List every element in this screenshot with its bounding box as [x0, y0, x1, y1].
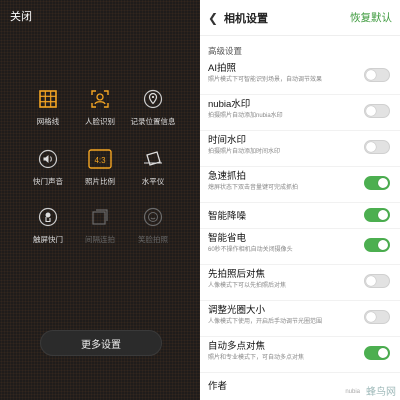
- level-item[interactable]: 水平仪: [125, 148, 181, 187]
- settings-header: ❮ 相机设置 恢复默认: [200, 0, 400, 36]
- setting-row-power-saving[interactable]: 智能省电 60秒不操作相机自动关闭摄像头: [200, 229, 400, 265]
- touch-shutter-label: 触屏快门: [33, 235, 63, 244]
- grid-lines-label: 网格线: [36, 117, 60, 126]
- smile-shot-item[interactable]: 笑脸拍照: [125, 206, 181, 245]
- touch-shutter-item[interactable]: 触屏快门: [20, 206, 76, 245]
- burst-label: 间隔连拍: [85, 235, 115, 244]
- level-icon: [142, 148, 164, 170]
- close-button[interactable]: 关闭: [0, 0, 200, 34]
- setting-row-time-watermark[interactable]: 时间水印 拍摄照片自动添加时间水印: [200, 131, 400, 167]
- location-pin-icon: [142, 88, 164, 110]
- aspect-ratio-item[interactable]: 4:3 照片比例: [72, 148, 128, 187]
- setting-row-noise-reduction[interactable]: 智能降噪: [200, 203, 400, 229]
- face-recognition-label: 人脸识别: [85, 117, 115, 126]
- site-watermark: 蜂鸟网: [366, 387, 396, 398]
- nubia-watermark-text: nubia: [345, 389, 360, 395]
- burst-icon: [89, 206, 111, 228]
- nubia-watermark-toggle[interactable]: [364, 104, 390, 118]
- noise-reduction-toggle[interactable]: [364, 208, 390, 222]
- smile-icon: [142, 206, 164, 228]
- touch-shutter-icon: [37, 206, 59, 228]
- setting-row-quick-snap[interactable]: 急速抓拍 熄屏状态下双击音量键可完成抓拍: [200, 167, 400, 203]
- more-settings-button[interactable]: 更多设置: [40, 330, 162, 356]
- aspect-ratio-icon: 4:3: [87, 148, 113, 170]
- quick-snap-toggle[interactable]: [364, 176, 390, 190]
- section-advanced-settings: 高级设置: [208, 46, 243, 56]
- shutter-sound-item[interactable]: 快门声音: [20, 148, 76, 187]
- ai-photo-toggle[interactable]: [364, 68, 390, 82]
- setting-title: 作者: [208, 381, 228, 392]
- aperture-toggle[interactable]: [364, 310, 390, 324]
- setting-row-ai-photo[interactable]: AI拍照 照片模式下可智能识别场景，自动调节效果: [200, 59, 400, 95]
- aspect-ratio-label: 照片比例: [85, 177, 115, 186]
- setting-row-nubia-watermark[interactable]: nubia水印 拍摄照片自动添加nubia水印: [200, 95, 400, 131]
- back-arrow-icon[interactable]: ❮: [208, 11, 220, 25]
- power-saving-toggle[interactable]: [364, 238, 390, 252]
- shutter-sound-label: 快门声音: [33, 177, 63, 186]
- setting-row-aperture[interactable]: 调整光圈大小 人像模式下使用，开启后手动调节光圈范围: [200, 301, 400, 337]
- smile-shot-label: 笑脸拍照: [138, 235, 168, 244]
- setting-row-shoot-then-focus[interactable]: 先拍照后对焦 人像模式下可以先拍照后对焦: [200, 265, 400, 301]
- grid-lines-item[interactable]: 网格线: [20, 88, 76, 127]
- face-recognition-item[interactable]: 人脸识别: [72, 88, 128, 127]
- face-recognition-icon: [89, 88, 111, 110]
- location-item[interactable]: 记录位置信息: [125, 88, 181, 127]
- shutter-sound-icon: [37, 148, 59, 170]
- camera-settings-panel: ❮ 相机设置 恢复默认 高级设置 AI拍照 照片模式下可智能识别场景，自动调节效…: [200, 0, 400, 400]
- page-title: 相机设置: [224, 12, 268, 25]
- multi-focus-toggle[interactable]: [364, 346, 390, 360]
- shoot-then-focus-toggle[interactable]: [364, 274, 390, 288]
- camera-quick-settings-panel: 关闭 网格线 人脸识别 记录位置信息 快门声音 4:3 照片比例 水平仪 触屏快…: [0, 0, 200, 400]
- setting-row-multi-focus[interactable]: 自动多点对焦 照片和专业模式下，可自动多点对焦: [200, 337, 400, 373]
- level-label: 水平仪: [141, 177, 165, 186]
- grid-icon: [37, 88, 59, 110]
- time-watermark-toggle[interactable]: [364, 140, 390, 154]
- settings-list: AI拍照 照片模式下可智能识别场景，自动调节效果 nubia水印 拍摄照片自动添…: [200, 59, 400, 399]
- burst-item[interactable]: 间隔连拍: [72, 206, 128, 245]
- location-label: 记录位置信息: [130, 117, 176, 126]
- restore-defaults-button[interactable]: 恢复默认: [350, 10, 392, 25]
- svg-text:4:3: 4:3: [94, 156, 106, 165]
